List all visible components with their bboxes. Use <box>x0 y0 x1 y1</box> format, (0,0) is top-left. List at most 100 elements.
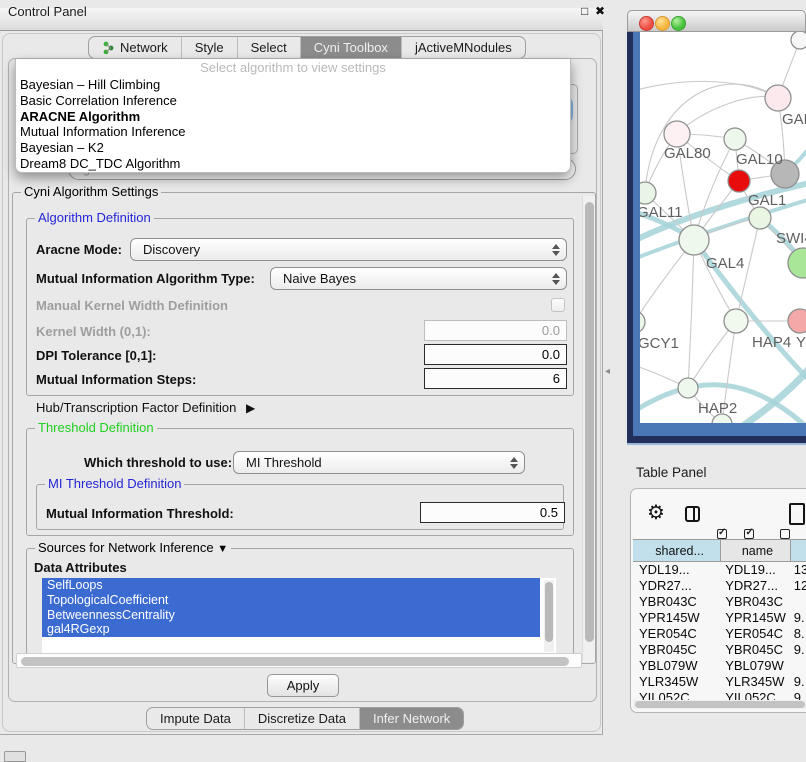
close-traffic-light[interactable] <box>639 16 654 31</box>
network-tab-icon <box>102 41 115 54</box>
settings-scrollbar-thumb[interactable] <box>585 202 594 642</box>
network-node[interactable] <box>728 170 750 192</box>
network-view-canvas[interactable]: GALGAL80GAL10GAL1GAL11SWI4GAL4GCY1HAP4YH… <box>636 32 806 423</box>
table-row[interactable]: YPR145WYPR145W9. <box>633 610 806 626</box>
algorithm-option[interactable]: ARACNE Algorithm <box>16 109 570 125</box>
network-node[interactable] <box>664 121 690 147</box>
mi-type-combo[interactable]: Naive Bayes <box>270 267 567 290</box>
panel-corner-button[interactable] <box>4 751 26 762</box>
tab-network[interactable]: Network <box>89 37 181 58</box>
network-node[interactable] <box>678 378 698 398</box>
sources-collapse-toggle[interactable]: Sources for Network Inference ▼ <box>35 540 231 555</box>
table-row[interactable]: YDL19...YDL19...13 <box>633 562 806 578</box>
minimize-traffic-light[interactable] <box>655 16 670 31</box>
hub-definition-expander[interactable]: Hub/Transcription Factor Definition ▶ <box>36 400 255 415</box>
network-window-titlebar[interactable] <box>627 10 806 32</box>
network-node[interactable] <box>788 309 806 333</box>
column-header-shared[interactable]: shared... <box>633 540 721 561</box>
mi-type-label: Mutual Information Algorithm Type: <box>36 271 255 286</box>
sources-title: Sources for Network Inference <box>38 540 214 555</box>
table-cell: YBL079W <box>721 658 791 674</box>
dpi-tolerance-field[interactable]: 0.0 <box>424 344 567 365</box>
table-row[interactable]: YER054CYER054C8. <box>633 626 806 642</box>
apply-button[interactable]: Apply <box>267 674 339 697</box>
table-header: shared... name A <box>633 539 806 562</box>
algorithm-option[interactable]: Bayesian – K2 <box>16 140 570 156</box>
column-header-name[interactable]: name <box>721 540 791 561</box>
network-window-frame <box>633 423 806 436</box>
table-panel-title: Table Panel <box>636 465 707 480</box>
splitter-collapse-arrow[interactable]: ◂ <box>605 366 610 377</box>
tab-impute-data[interactable]: Impute Data <box>147 708 244 729</box>
attribute-list-item[interactable]: gal4RGexp <box>42 622 540 637</box>
table-row[interactable]: YBR045CYBR045C9. <box>633 642 806 658</box>
network-node[interactable] <box>765 85 791 111</box>
attributes-scrollbar-thumb[interactable] <box>545 582 553 642</box>
algorithm-option[interactable]: Bayesian – Hill Climbing <box>16 77 570 93</box>
network-node-label: Y <box>796 334 806 351</box>
table-row[interactable]: YLR345WYLR345W9. <box>633 674 806 690</box>
float-window-icon[interactable]: □ <box>581 4 588 18</box>
network-node-label: GAL1 <box>748 192 786 209</box>
mi-threshold-field[interactable]: 0.5 <box>420 502 565 523</box>
table-row[interactable]: YDR27...YDR27...12 <box>633 578 806 594</box>
network-node-label: GAL4 <box>706 255 744 272</box>
network-node[interactable] <box>749 207 771 229</box>
algorithm-option[interactable]: Mutual Information Inference <box>16 124 570 140</box>
table-cell: YER054C <box>633 626 721 642</box>
tab-select[interactable]: Select <box>237 37 300 58</box>
algorithm-option[interactable]: Dream8 DC_TDC Algorithm <box>16 156 570 172</box>
stepper-icon <box>551 243 560 257</box>
table-row[interactable]: YBL079WYBL079W <box>633 658 806 674</box>
network-node[interactable] <box>679 225 709 255</box>
document-icon[interactable] <box>789 503 805 525</box>
network-node[interactable] <box>788 248 806 278</box>
network-node-label: SWI4 <box>776 230 806 247</box>
algorithm-option[interactable]: Basic Correlation Inference <box>16 93 570 109</box>
settings-hscrollbar-thumb[interactable] <box>21 657 569 666</box>
kernel-width-field[interactable]: 0.0 <box>424 320 567 341</box>
table-hscrollbar[interactable] <box>633 700 806 709</box>
deselect-all-checkbox-icon[interactable] <box>780 529 790 539</box>
network-node-label: GAL <box>782 111 806 128</box>
manual-kernel-checkbox[interactable] <box>551 298 565 312</box>
table-cell <box>791 594 806 610</box>
table-row[interactable]: YIL052CYIL052C9 <box>633 690 806 700</box>
column-header-partial[interactable]: A <box>791 540 806 561</box>
tab-infer-network[interactable]: Infer Network <box>359 708 463 729</box>
gear-icon[interactable]: ⚙ <box>647 503 665 523</box>
tab-cyni-toolbox-label: Cyni Toolbox <box>314 40 388 55</box>
which-threshold-label: Which threshold to use: <box>84 455 232 470</box>
column-view-icon[interactable] <box>685 506 700 522</box>
attributes-scrollbar[interactable] <box>544 580 554 652</box>
mi-threshold-group-title: MI Threshold Definition <box>45 476 184 491</box>
tab-cyni-toolbox[interactable]: Cyni Toolbox <box>300 37 401 58</box>
network-node[interactable] <box>791 32 806 49</box>
attribute-list-item[interactable]: BetweennessCentrality <box>42 608 540 623</box>
settings-hscrollbar[interactable] <box>16 653 582 668</box>
tab-discretize-data[interactable]: Discretize Data <box>244 708 359 729</box>
tab-infer-network-label: Infer Network <box>373 711 450 726</box>
zoom-traffic-light[interactable] <box>671 16 686 31</box>
tab-select-label: Select <box>251 40 287 55</box>
tab-jactivemnodules[interactable]: jActiveMNodules <box>401 37 525 58</box>
tab-style[interactable]: Style <box>181 37 237 58</box>
settings-scrollbar[interactable] <box>582 196 595 662</box>
which-threshold-combo[interactable]: MI Threshold <box>233 451 525 474</box>
close-window-icon[interactable]: ✖ <box>595 4 605 18</box>
mi-steps-field[interactable]: 6 <box>424 368 567 389</box>
network-node[interactable] <box>724 309 748 333</box>
collapse-arrow-icon: ▼ <box>217 543 228 555</box>
select-all-checkbox-icon[interactable] <box>717 529 727 539</box>
attribute-list-item[interactable]: SelfLoops <box>42 578 540 593</box>
aracne-mode-combo[interactable]: Discovery <box>130 238 567 261</box>
table-hscrollbar-thumb[interactable] <box>635 701 805 708</box>
tab-jactivemnodules-label: jActiveMNodules <box>415 40 512 55</box>
table-row[interactable]: YBR043CYBR043C <box>633 594 806 610</box>
attribute-list-item[interactable]: TopologicalCoefficient <box>42 593 540 608</box>
select-all-checkbox-icon[interactable] <box>744 529 754 539</box>
mi-steps-label: Mutual Information Steps: <box>36 372 196 387</box>
table-cell <box>791 658 806 674</box>
table-cell: 9 <box>791 690 806 700</box>
network-node[interactable] <box>724 128 746 150</box>
